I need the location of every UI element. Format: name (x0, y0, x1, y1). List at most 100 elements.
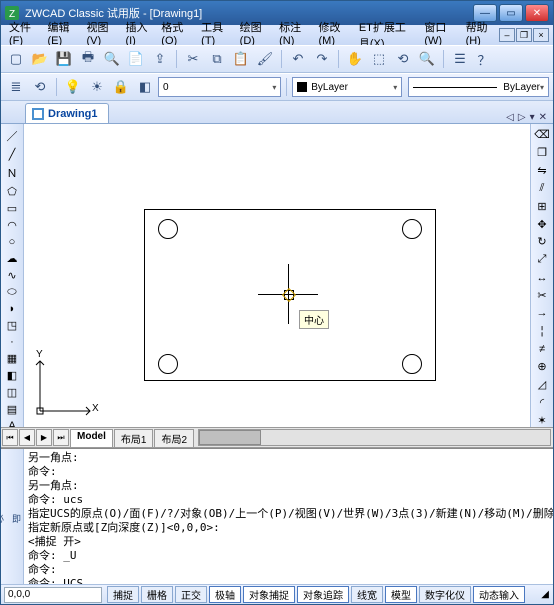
layout-tab[interactable]: 布局1 (114, 429, 154, 447)
document-tab[interactable]: Drawing1 (25, 103, 109, 123)
document-tab-bar: Drawing1 ◁ ▷ ▾ ✕ (1, 101, 553, 124)
line-icon[interactable]: ／ (3, 128, 21, 144)
layout-next-button[interactable]: ▶ (36, 429, 52, 446)
scrollbar-thumb[interactable] (199, 430, 261, 445)
tab-menu-icon[interactable]: ▾ (530, 112, 535, 123)
polyline-icon[interactable]: Ｎ (3, 165, 21, 181)
layout-tab[interactable]: 布局2 (154, 429, 194, 447)
block-icon[interactable]: ◳ (3, 319, 21, 332)
ellipse-icon[interactable]: ⬭ (3, 286, 21, 299)
break-at-icon[interactable]: ¦ (533, 324, 551, 338)
copy-icon[interactable]: ⧉ (206, 48, 228, 70)
maximize-button[interactable]: ▭ (499, 4, 523, 22)
plot-icon[interactable]: 📄 (125, 48, 147, 70)
layer-combo[interactable]: 0 ▾ (158, 77, 281, 97)
join-icon[interactable]: ⊕ (533, 360, 551, 374)
status-toggle[interactable]: 数字化仪 (419, 586, 471, 603)
mdi-restore-button[interactable]: ❐ (516, 28, 532, 42)
horizontal-scrollbar[interactable] (198, 429, 551, 446)
status-toggle[interactable]: 正交 (175, 586, 207, 603)
polygon-icon[interactable]: ⬠ (3, 185, 21, 198)
status-toggle[interactable]: 线宽 (351, 586, 383, 603)
status-toggle[interactable]: 动态输入 (473, 586, 525, 603)
erase-icon[interactable]: ⌫ (533, 128, 551, 142)
print-icon[interactable]: 🖶 (77, 48, 99, 70)
layout-last-button[interactable]: ⏭ (53, 429, 69, 446)
paste-icon[interactable]: 📋 (230, 48, 252, 70)
status-toggle[interactable]: 对象追踪 (297, 586, 349, 603)
match-prop-icon[interactable]: 🖌 (254, 48, 276, 70)
spline-icon[interactable]: ∿ (3, 269, 21, 282)
layout-prev-button[interactable]: ◀ (19, 429, 35, 446)
revcloud-icon[interactable]: ☁ (3, 252, 21, 265)
scale-icon[interactable]: ⤢ (533, 253, 551, 267)
print-preview-icon[interactable]: 🔍 (101, 48, 123, 70)
layout-first-button[interactable]: ⏮ (2, 429, 18, 446)
offset-icon[interactable]: ⫽ (533, 181, 551, 195)
array-icon[interactable]: ⊞ (533, 199, 551, 213)
chamfer-icon[interactable]: ◿ (533, 378, 551, 392)
zoom-prev-icon[interactable]: ⟲ (392, 48, 414, 70)
move-icon[interactable]: ✥ (533, 217, 551, 231)
stretch-icon[interactable]: ↔ (533, 271, 551, 285)
layer-combo-value: 0 (163, 82, 169, 93)
drawn-circle (402, 354, 422, 374)
point-icon[interactable]: · (3, 336, 21, 348)
status-toggle[interactable]: 模型 (385, 586, 417, 603)
properties-toolbar: ≣⟲ 💡☀🔒◧ 0 ▾ ByLayer ▾ ByLayer ▾ (1, 73, 553, 101)
undo-icon[interactable]: ↶ (287, 48, 309, 70)
layer-prev-icon[interactable]: ⟲ (29, 76, 51, 98)
arc-icon[interactable]: ◠ (3, 219, 21, 232)
tab-next-icon[interactable]: ▷ (518, 112, 526, 123)
tab-prev-icon[interactable]: ◁ (506, 112, 514, 123)
status-toggle[interactable]: 对象捕捉 (243, 586, 295, 603)
mdi-close-button[interactable]: × (533, 28, 549, 42)
close-button[interactable]: ✕ (525, 4, 549, 22)
lock-icon[interactable]: 🔒 (110, 76, 132, 98)
save-icon[interactable]: 💾 (53, 48, 75, 70)
break-icon[interactable]: ≠ (533, 342, 551, 356)
mdi-minimize-button[interactable]: – (499, 28, 515, 42)
tab-close-icon[interactable]: ✕ (539, 112, 547, 123)
status-resize-grip-icon[interactable]: ◢ (541, 589, 553, 600)
color-combo[interactable]: ByLayer ▾ (292, 77, 402, 97)
trim-icon[interactable]: ✂ (533, 288, 551, 302)
rotate-icon[interactable]: ↻ (533, 235, 551, 249)
linetype-combo[interactable]: ByLayer ▾ (408, 77, 549, 97)
status-toggle[interactable]: 极轴 (209, 586, 241, 603)
extend-icon[interactable]: → (533, 306, 551, 320)
bulb-icon[interactable]: 💡 (62, 76, 84, 98)
properties-icon[interactable]: ☰ (449, 48, 471, 70)
sun-icon[interactable]: ☀ (86, 76, 108, 98)
help-icon[interactable]: ？ (473, 48, 495, 70)
zoom-icon[interactable]: 🔍 (416, 48, 438, 70)
rectangle-icon[interactable]: ▭ (3, 202, 21, 215)
table-icon[interactable]: ▤ (3, 403, 21, 416)
status-toggle[interactable]: 捕捉 (107, 586, 139, 603)
open-icon[interactable]: 📂 (29, 48, 51, 70)
pan-icon[interactable]: ✋ (344, 48, 366, 70)
layer-mgr-icon[interactable]: ≣ (5, 76, 27, 98)
layout-tab[interactable]: Model (70, 429, 113, 447)
cut-icon[interactable]: ✂ (182, 48, 204, 70)
fillet-icon[interactable]: ◜ (533, 395, 551, 409)
circle-icon[interactable]: ○ (3, 236, 21, 248)
coordinate-readout[interactable]: 0,0,0 (4, 587, 102, 603)
region-icon[interactable]: ◫ (3, 386, 21, 399)
command-history[interactable]: 另一角点: 命令: 另一角点: 命令: ucs 指定UCS的原点(O)/面(F)… (24, 449, 553, 584)
drawing-canvas[interactable]: 中心 X Y (24, 124, 530, 427)
status-toggle[interactable]: 栅格 (141, 586, 173, 603)
xline-icon[interactable]: ╱ (3, 148, 21, 161)
explode-icon[interactable]: ✶ (533, 413, 551, 427)
gradient-icon[interactable]: ◧ (3, 369, 21, 382)
publish-icon[interactable]: ⇪ (149, 48, 171, 70)
color-combo-value: ByLayer (311, 82, 348, 93)
ellipse-arc-icon[interactable]: ◗ (3, 303, 21, 315)
new-file-icon[interactable]: ▢ (5, 48, 27, 70)
zoom-window-icon[interactable]: ⬚ (368, 48, 390, 70)
mirror-icon[interactable]: ⇋ (533, 164, 551, 178)
redo-icon[interactable]: ↷ (311, 48, 333, 70)
copy-obj-icon[interactable]: ❐ (533, 146, 551, 160)
color-swatch-icon[interactable]: ◧ (134, 76, 156, 98)
hatch-icon[interactable]: ▦ (3, 352, 21, 365)
